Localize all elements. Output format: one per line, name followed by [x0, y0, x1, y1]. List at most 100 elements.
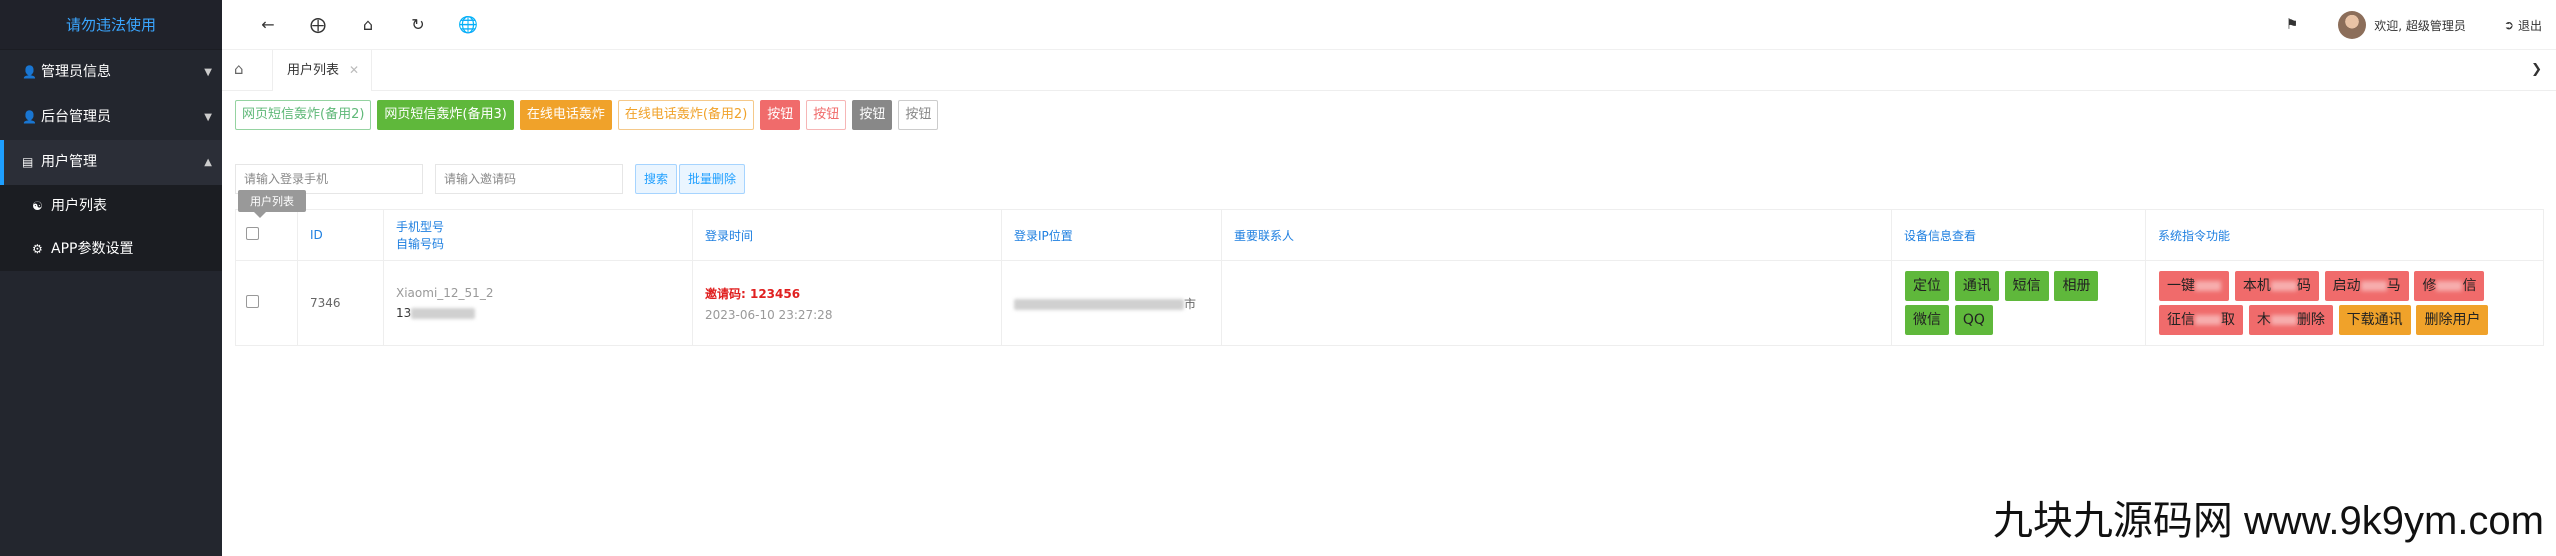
- table-row: 7346 Xiaomi_12_51_2 13 邀请码: 123456 2023-…: [235, 260, 2544, 346]
- sidebar-item-label: 管理员信息: [41, 64, 111, 80]
- cell-model: Xiaomi_12_51_2 13: [383, 260, 693, 346]
- login-time: 2023-06-10 23:27:28: [705, 307, 833, 322]
- user-outline-icon: ☯: [32, 199, 43, 213]
- user-icon: 👤: [22, 65, 37, 79]
- bank-icon[interactable]: ⌂: [358, 15, 378, 34]
- sidebar-item-backend-admin[interactable]: 👤 后台管理员 ▼: [0, 95, 222, 140]
- cmd-label: 征信: [2167, 312, 2195, 328]
- th-system-cmd: 系统指令功能: [2145, 209, 2544, 261]
- redacted-ip: [1014, 298, 1184, 310]
- cmd-button-3[interactable]: 启动 马: [2324, 271, 2409, 301]
- tab-label: 用户列表: [287, 63, 340, 78]
- logout-link[interactable]: 退出: [2518, 17, 2542, 34]
- main-content: 网页短信轰炸(备用2) 网页短信轰炸(备用3) 在线电话轰炸 在线电话轰炸(备用…: [235, 100, 2544, 346]
- th-contact: 重要联系人: [1221, 209, 1892, 261]
- location-button[interactable]: 定位: [1905, 271, 1949, 301]
- fullscreen-icon[interactable]: ⨁: [308, 15, 328, 34]
- sidebar-item-admin-info[interactable]: 👤 管理员信息 ▼: [0, 50, 222, 95]
- ip-city: 市: [1184, 296, 1197, 311]
- sidebar-item-label: APP参数设置: [51, 241, 134, 257]
- header-right: ⚑ 欢迎, 超级管理员 ➲ 退出: [2286, 0, 2542, 50]
- sidebar-item-user-list[interactable]: ☯ 用户列表: [0, 185, 222, 228]
- phone-bomb-button[interactable]: 在线电话轰炸: [519, 100, 612, 130]
- cmd-label: 马: [2386, 278, 2401, 294]
- back-arrow-icon[interactable]: ←: [258, 15, 278, 34]
- sidebar-item-app-settings[interactable]: ⚙ APP参数设置: [0, 228, 222, 271]
- invite-search-input[interactable]: [435, 164, 623, 194]
- gear-icon: ⚙: [32, 242, 43, 256]
- download-contacts-button[interactable]: 下载通讯: [2338, 305, 2411, 335]
- contacts-button[interactable]: 通讯: [1954, 271, 1999, 301]
- close-icon[interactable]: ✕: [349, 63, 359, 77]
- id-card-icon: ▤: [22, 155, 34, 169]
- search-button[interactable]: 搜索: [635, 164, 678, 194]
- sidebar-submenu: ☯ 用户列表 ⚙ APP参数设置: [0, 185, 222, 271]
- th-id: ID: [297, 209, 384, 261]
- caret-down-icon: ▼: [204, 67, 212, 78]
- tab-user-list[interactable]: 用户列表 ✕: [272, 50, 373, 91]
- cell-id: 7346: [297, 260, 384, 346]
- album-button[interactable]: 相册: [2054, 271, 2099, 301]
- redacted-text: [2270, 315, 2297, 325]
- avatar[interactable]: [2338, 11, 2367, 39]
- device-model: Xiaomi_12_51_2: [396, 286, 494, 300]
- cell-login-time: 邀请码: 123456 2023-06-10 23:27:28: [692, 260, 1002, 346]
- cmd-label: 删除: [2296, 312, 2325, 328]
- batch-delete-button[interactable]: 批量删除: [679, 164, 746, 194]
- sidebar-tooltip: 用户列表: [238, 190, 306, 218]
- th-model-line1: 手机型号: [396, 220, 445, 234]
- sms-button[interactable]: 短信: [2004, 271, 2049, 301]
- table-header-row: ID 手机型号 自输号码 登录时间 登录IP位置 重要联系人 设备信息查看 系统…: [235, 209, 2544, 261]
- delete-user-button[interactable]: 删除用户: [2416, 305, 2489, 335]
- refresh-icon[interactable]: ↻: [408, 15, 428, 34]
- cell-device-info: 定位 通讯 短信 相册 微信 QQ: [1891, 260, 2146, 346]
- th-model-line2: 自输号码: [396, 237, 445, 251]
- qq-button[interactable]: QQ: [1954, 305, 1993, 335]
- select-all-checkbox[interactable]: [246, 227, 259, 240]
- generic-button-red-outline[interactable]: 按钮: [806, 100, 847, 130]
- search-row: 搜索 批量删除: [235, 164, 747, 196]
- redacted-text: [2270, 281, 2297, 291]
- sms-bomb-backup2-button[interactable]: 网页短信轰炸(备用2): [235, 100, 372, 130]
- sidebar-item-label: 用户列表: [51, 198, 107, 214]
- user-table: ID 手机型号 自输号码 登录时间 登录IP位置 重要联系人 设备信息查看 系统…: [235, 209, 2544, 346]
- sidebar-item-user-management[interactable]: ▤ 用户管理 ▲: [0, 140, 222, 185]
- home-icon[interactable]: ⌂: [234, 60, 254, 80]
- cmd-label: 一键: [2167, 278, 2195, 294]
- phone-bomb-backup2-button[interactable]: 在线电话轰炸(备用2): [617, 100, 755, 130]
- generic-button-gray-outline[interactable]: 按钮: [898, 100, 939, 130]
- cell-login-ip: 市: [1001, 260, 1222, 346]
- wechat-button[interactable]: 微信: [1905, 305, 1949, 335]
- sidebar-item-label: 用户管理: [41, 154, 97, 170]
- caret-down-icon: ▼: [204, 112, 212, 123]
- toolbar: 网页短信轰炸(备用2) 网页短信轰炸(备用3) 在线电话轰炸 在线电话轰炸(备用…: [235, 100, 2544, 132]
- user-icon: 👤: [22, 110, 37, 124]
- cmd-button-4[interactable]: 修信: [2414, 271, 2485, 301]
- tab-bar: ⌂ 用户列表 ✕ ❯: [222, 50, 2556, 91]
- redacted-text: [2195, 315, 2221, 325]
- top-header: ← ⨁ ⌂ ↻ 🌐 ⚑ 欢迎, 超级管理员 ➲ 退出: [222, 0, 2556, 50]
- tag-icon[interactable]: ⚑: [2286, 17, 2299, 33]
- cmd-label: 启动: [2332, 278, 2361, 294]
- redacted-text: [2436, 281, 2463, 291]
- chevron-down-icon[interactable]: ❯: [2531, 62, 2542, 77]
- cmd-button-2[interactable]: 本机 码: [2234, 271, 2319, 301]
- th-device-info: 设备信息查看: [1891, 209, 2146, 261]
- sms-bomb-backup3-button[interactable]: 网页短信轰炸(备用3): [377, 100, 514, 130]
- generic-button-red[interactable]: 按钮: [760, 100, 801, 130]
- watermark: 九块九源码网 www.9k9ym.com: [1992, 499, 2544, 543]
- th-model: 手机型号 自输号码: [383, 209, 693, 261]
- cmd-label: 码: [2296, 278, 2311, 294]
- welcome-text: 欢迎, 超级管理员: [2374, 18, 2466, 33]
- redacted-phone: [411, 308, 476, 319]
- row-checkbox[interactable]: [246, 295, 259, 308]
- row-checkbox-cell: [235, 260, 298, 346]
- cmd-button-1[interactable]: 一键: [2159, 271, 2229, 301]
- cmd-button-6[interactable]: 木 删除: [2248, 305, 2333, 335]
- cmd-button-5[interactable]: 征信 取: [2159, 305, 2243, 335]
- th-login-ip: 登录IP位置: [1001, 209, 1222, 261]
- generic-button-gray[interactable]: 按钮: [852, 100, 893, 130]
- globe-icon[interactable]: 🌐: [458, 15, 478, 34]
- cmd-label: 信: [2462, 278, 2477, 294]
- logout-icon[interactable]: ➲: [2504, 18, 2514, 32]
